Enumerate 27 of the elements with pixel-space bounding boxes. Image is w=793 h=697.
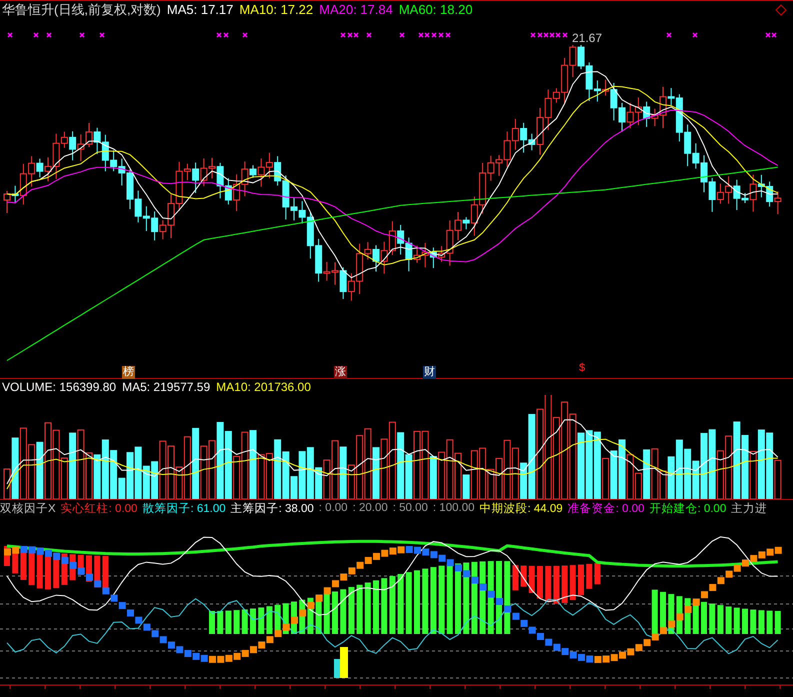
diamond-icon[interactable] (775, 4, 787, 16)
indicator-value: : 50.00 (392, 502, 428, 514)
indicator-title: 双核因子X (0, 502, 56, 516)
indicator-value: 实心红柱: 0.00 (60, 501, 138, 516)
moving-average-value: MA20: 17.84 (319, 2, 393, 17)
event-marker[interactable]: $ (578, 362, 586, 375)
indicator-value: 中期波段: 44.09 (480, 502, 563, 516)
event-marker[interactable]: 财 (423, 366, 436, 379)
indicator-value: : 20.00 (352, 502, 388, 514)
volume-value: MA5: 219577.59 (122, 380, 210, 394)
indicator-value: 散筹因子: 61.00 (142, 502, 226, 516)
volume-value: MA10: 201736.00 (216, 380, 311, 394)
indicator-value: : 100.00 (432, 502, 474, 514)
indicator-value: 开始建仓: 0.00 (649, 502, 726, 516)
indicator-value: : 0.00 (318, 502, 348, 514)
volume-value: VOLUME: 156399.80 (2, 380, 116, 394)
indicator-value: 主力进 (731, 501, 768, 516)
moving-average-value: MA5: 17.17 (166, 2, 234, 17)
indicator-value: 主筹因子: 38.00 (230, 501, 314, 516)
signal-bar-drawing (334, 647, 348, 678)
event-marker[interactable]: 榜 (122, 366, 135, 379)
indicator-value: 准备资金: 0.00 (568, 502, 644, 516)
event-marker[interactable]: 涨 (334, 366, 347, 379)
chart-title: 华鲁恒升(日线,前复权,对数) (2, 0, 161, 18)
moving-average-value: MA60: 18.20 (398, 2, 473, 17)
moving-average-value: MA10: 17.22 (239, 2, 314, 17)
peak-price-label: 21.67 (572, 32, 602, 45)
